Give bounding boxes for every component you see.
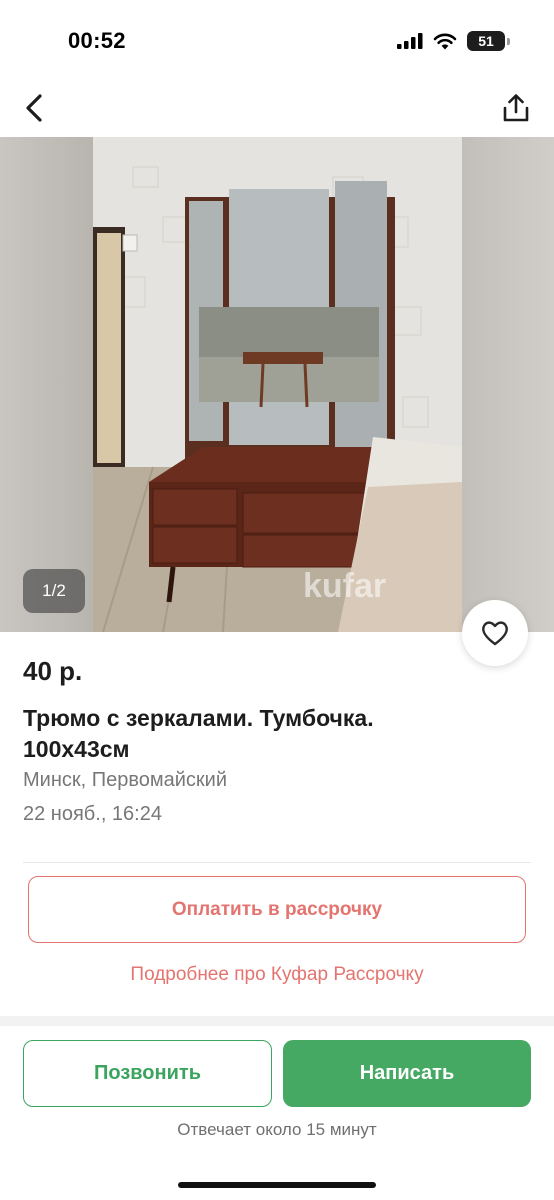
back-chevron-icon	[26, 94, 42, 122]
status-bar: 00:52 51	[0, 0, 554, 80]
kufar-watermark: kufar	[303, 567, 386, 605]
wifi-icon	[433, 33, 457, 49]
write-message-button[interactable]: Написать	[283, 1040, 531, 1107]
listing-title: Трюмо с зеркалами. Тумбочка. 100х43см	[23, 705, 374, 762]
installment-button[interactable]: Оплатить в рассрочку	[28, 876, 526, 943]
photo-gallery[interactable]: kufar 1/2	[0, 137, 554, 632]
listing-date: 22 нояб., 16:24	[23, 803, 162, 825]
status-time: 00:52	[68, 28, 126, 53]
gallery-blur-left	[0, 137, 93, 632]
share-icon	[503, 94, 529, 122]
section-separator	[0, 1016, 554, 1026]
heart-icon	[482, 621, 508, 646]
favorite-button[interactable]	[462, 600, 528, 666]
share-button[interactable]	[498, 88, 534, 128]
battery-icon: 51	[467, 31, 510, 51]
installment-info-link[interactable]: Подробнее про Куфар Рассрочку	[0, 964, 554, 986]
listing-photo[interactable]: kufar	[93, 137, 462, 632]
photo-counter: 1/2	[23, 569, 85, 613]
battery-level: 51	[467, 31, 505, 51]
call-button[interactable]: Позвонить	[23, 1040, 272, 1107]
status-icons: 51	[397, 31, 510, 51]
divider	[23, 862, 531, 863]
response-time-note: Отвечает около 15 минут	[177, 1120, 377, 1139]
nav-bar	[0, 80, 554, 136]
back-button[interactable]	[16, 88, 52, 128]
signal-icon	[397, 33, 423, 49]
battery-cap	[507, 37, 510, 45]
listing-price: 40 р.	[23, 656, 83, 686]
listing-location: Минск, Первомайский	[23, 769, 228, 791]
gallery-blur-right	[462, 137, 554, 632]
home-indicator[interactable]	[178, 1182, 376, 1188]
